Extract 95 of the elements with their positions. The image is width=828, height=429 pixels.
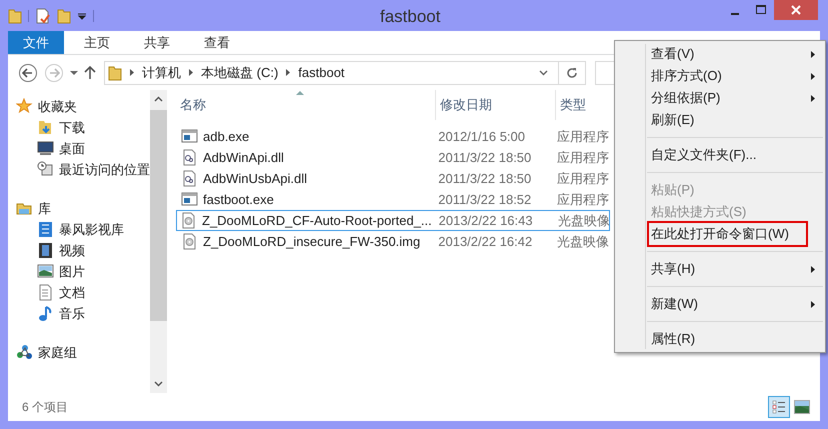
- file-type: 光盘映像: [556, 232, 609, 251]
- ribbon-tab[interactable]: 共享: [130, 31, 184, 54]
- file-row[interactable]: Z_DooMLoRD_CF-Auto-Root-ported_... 2013/2/22 16:43 光盘映像: [176, 210, 610, 231]
- nav-item[interactable]: 下载: [59, 118, 85, 138]
- modified-date: 2013/2/22 16:42: [437, 232, 534, 251]
- menu-item[interactable]: 新建(W): [651, 294, 698, 314]
- file-type: 光盘映像: [557, 212, 610, 230]
- address-bar[interactable]: 计算机 本地磁盘 (C:) fastboot: [104, 60, 586, 84]
- file-type: 应用程序: [556, 190, 609, 209]
- network-icon: [16, 344, 33, 361]
- nav-item[interactable]: 图片: [59, 262, 85, 282]
- file-row[interactable]: Z_DooMLoRD_insecure_FW-350.img 2013/2/22 16:42 光盘映像: [176, 231, 610, 252]
- chevron-right-icon[interactable]: [286, 69, 290, 76]
- chevron-right-icon[interactable]: [189, 69, 193, 76]
- back-icon[interactable]: [18, 62, 38, 82]
- file-name: Z_DooMLoRD_CF-Auto-Root-ported_...: [202, 212, 432, 230]
- file-type: 应用程序: [556, 128, 609, 146]
- column-header[interactable]: 名称: [176, 90, 436, 120]
- details-view-button[interactable]: [768, 396, 790, 418]
- modified-date: 2012/1/16 5:00: [437, 128, 526, 146]
- image-icon: [37, 263, 54, 280]
- maximize-icon: [756, 5, 766, 15]
- disc-file-icon: [181, 233, 198, 250]
- modified-date: 2013/2/22 16:43: [438, 212, 534, 230]
- gear-file-icon: [181, 149, 198, 166]
- modified-date: 2011/3/22 18:50: [437, 148, 532, 167]
- disc-file-icon: [180, 212, 197, 229]
- nav-item[interactable]: 库: [38, 198, 51, 218]
- window-title: fastboot: [380, 6, 440, 28]
- file-row[interactable]: adb.exe 2012/1/16 5:00 应用程序: [176, 126, 610, 147]
- file-name: AdbWinUsbApi.dll: [203, 170, 308, 188]
- breadcrumb[interactable]: fastboot: [298, 62, 345, 82]
- menu-item[interactable]: 查看(V): [651, 44, 694, 64]
- landscape-image-icon: [795, 401, 809, 413]
- star-icon: [16, 98, 33, 115]
- chevron-down-icon[interactable]: [539, 70, 548, 76]
- file-name: fastboot.exe: [203, 190, 274, 209]
- breadcrumb[interactable]: 本地磁盘 (C:): [201, 62, 278, 82]
- file-row[interactable]: AdbWinApi.dll 2011/3/22 18:50 应用程序: [176, 147, 610, 168]
- column-header[interactable]: 修改日期: [436, 90, 556, 120]
- menu-item[interactable]: 排序方式(O): [651, 66, 722, 86]
- thumbnail-view-button[interactable]: [794, 400, 810, 414]
- minimize-icon: [731, 13, 739, 15]
- file-row[interactable]: AdbWinUsbApi.dll 2011/3/22 18:50 应用程序: [176, 168, 610, 189]
- monitor-icon: [37, 140, 54, 157]
- menu-item[interactable]: 自定义文件夹(F)...: [651, 145, 756, 165]
- nav-item[interactable]: 家庭组: [38, 342, 77, 362]
- nav-item[interactable]: 暴风影视库: [59, 220, 124, 240]
- nav-item[interactable]: 收藏夹: [38, 96, 77, 116]
- breadcrumb[interactable]: 计算机: [142, 62, 181, 82]
- file-row[interactable]: fastboot.exe 2011/3/22 18:52 应用程序: [176, 189, 610, 210]
- folder-download-icon: [37, 119, 54, 136]
- menu-item[interactable]: 共享(H): [651, 259, 696, 279]
- recent-places-icon: [37, 161, 54, 178]
- file-type: 应用程序: [556, 148, 609, 167]
- music-note-icon: [37, 305, 54, 322]
- menu-item[interactable]: 在此处打开命令窗口(W): [650, 224, 805, 244]
- file-name: adb.exe: [203, 128, 250, 146]
- ribbon-tab[interactable]: 文件: [8, 31, 64, 54]
- properties-icon[interactable]: [35, 8, 51, 24]
- nav-item[interactable]: 桌面: [59, 138, 85, 158]
- application-icon: [181, 191, 198, 208]
- scrollbar[interactable]: [150, 90, 167, 393]
- file-name: AdbWinApi.dll: [203, 148, 284, 167]
- menu-item[interactable]: 属性(R): [651, 329, 696, 349]
- chevron-right-icon[interactable]: [130, 69, 134, 76]
- modified-date: 2011/3/22 18:52: [437, 190, 532, 209]
- menu-item[interactable]: 分组依据(P): [651, 88, 720, 108]
- document-icon: [37, 284, 54, 301]
- close-icon: [791, 5, 801, 15]
- nav-item[interactable]: 最近访问的位置: [59, 160, 150, 180]
- gear-file-icon: [181, 170, 198, 187]
- nav-item[interactable]: 视频: [59, 240, 85, 260]
- up-arrow-icon[interactable]: [84, 66, 96, 80]
- dropdown-icon[interactable]: [70, 70, 78, 76]
- menu-item[interactable]: 刷新(E): [651, 110, 694, 130]
- item-count: 6 个项目: [22, 399, 68, 416]
- ribbon-tab[interactable]: 查看: [190, 31, 244, 54]
- application-icon: [181, 128, 198, 145]
- refresh-icon[interactable]: [566, 66, 578, 78]
- modified-date: 2011/3/22 18:50: [437, 170, 532, 188]
- details-list-icon: [772, 400, 786, 414]
- sort-ascending-icon: [296, 90, 304, 95]
- folder-icon: [108, 64, 122, 80]
- scroll-up-icon[interactable]: [154, 96, 163, 102]
- film-list-icon: [37, 221, 54, 238]
- close-button[interactable]: [774, 0, 818, 20]
- film-icon: [37, 242, 54, 259]
- dropdown-icon[interactable]: [77, 10, 87, 20]
- file-name: Z_DooMLoRD_insecure_FW-350.img: [203, 232, 420, 251]
- nav-item[interactable]: 文档: [59, 282, 85, 302]
- scroll-down-icon[interactable]: [154, 381, 163, 387]
- file-type: 应用程序: [556, 170, 609, 188]
- nav-item[interactable]: 音乐: [59, 304, 85, 324]
- ribbon-tab[interactable]: 主页: [70, 31, 124, 54]
